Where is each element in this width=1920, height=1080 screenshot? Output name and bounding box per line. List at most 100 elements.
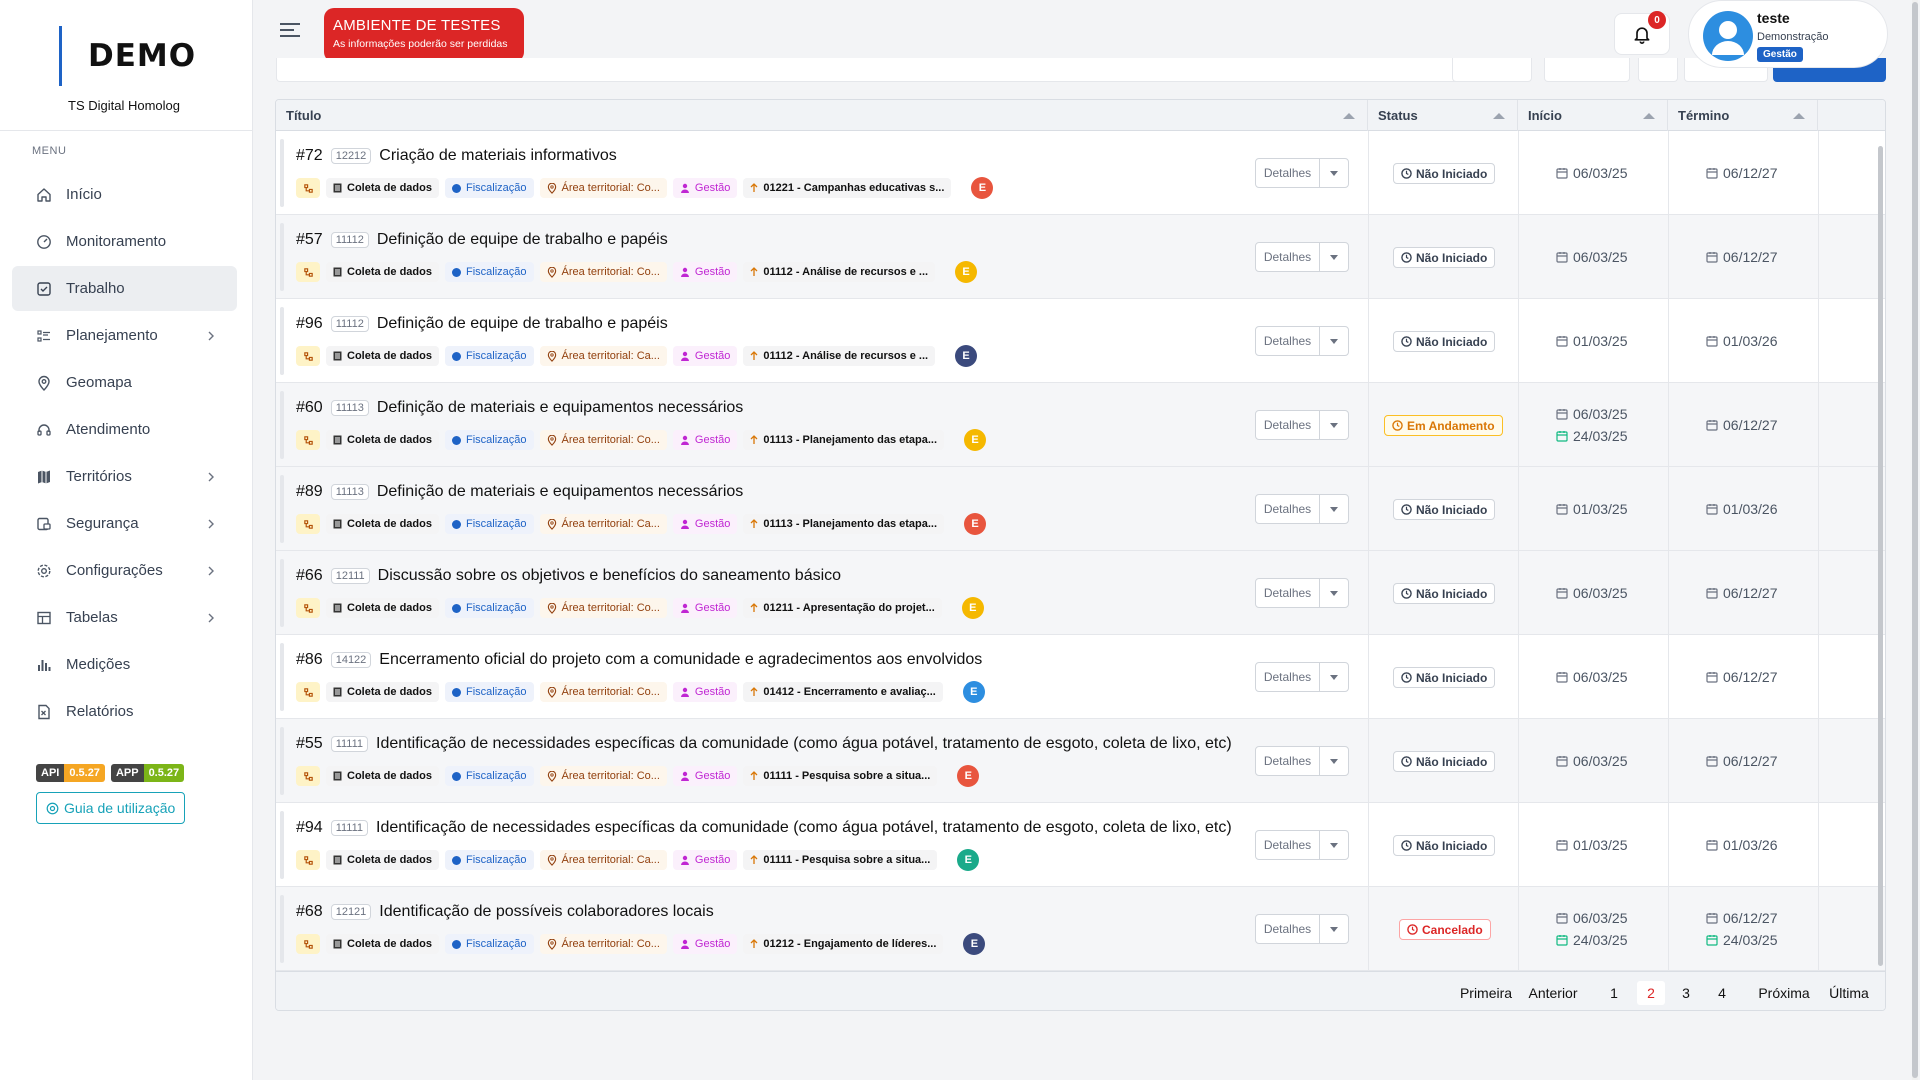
page-prev-button[interactable]: Anterior — [1522, 981, 1584, 1005]
assignee-avatar[interactable]: E — [961, 597, 984, 619]
page-first-button[interactable]: Primeira — [1456, 981, 1516, 1005]
toolbar-button-edge[interactable] — [1452, 58, 1532, 82]
column-divider — [1368, 887, 1369, 971]
chevron-down-icon[interactable] — [1320, 915, 1348, 943]
assignee-avatar[interactable]: E — [963, 933, 986, 955]
details-dropdown-button[interactable]: Detalhes — [1255, 494, 1349, 524]
sidebar-item-monitoramento[interactable]: Monitoramento — [12, 219, 237, 264]
task-title[interactable]: Encerramento oficial do projeto com a co… — [379, 651, 982, 669]
chevron-down-icon[interactable] — [1320, 327, 1348, 355]
table-row[interactable]: #72 12212 Criação de materiais informativo… — [276, 131, 1885, 215]
assignee-avatar[interactable]: E — [957, 849, 980, 871]
details-dropdown-button[interactable]: Detalhes — [1255, 326, 1349, 356]
assignee-avatar[interactable]: E — [964, 429, 987, 451]
sidebar-item-seguranca[interactable]: Segurança — [12, 501, 237, 546]
chevron-down-icon[interactable] — [1320, 411, 1348, 439]
column-header-end[interactable]: Término — [1668, 100, 1818, 131]
details-dropdown-button[interactable]: Detalhes — [1255, 242, 1349, 272]
table-row[interactable]: #57 11112 Definição de equipe de trabalho … — [276, 215, 1885, 299]
assignee-avatar[interactable]: E — [971, 177, 994, 199]
table-row[interactable]: #94 11111 Identificação de necessidades es… — [276, 803, 1885, 887]
sidebar-item-territorios[interactable]: Territórios — [12, 454, 237, 499]
column-header-start[interactable]: Início — [1518, 100, 1668, 131]
chevron-down-icon[interactable] — [1320, 579, 1348, 607]
sidebar-item-geomapa[interactable]: Geomapa — [12, 360, 237, 405]
chevron-down-icon[interactable] — [1320, 243, 1348, 271]
row-drag-handle[interactable] — [280, 307, 284, 375]
row-drag-handle[interactable] — [280, 223, 284, 291]
sidebar-item-relatorios[interactable]: Relatórios — [12, 689, 237, 734]
row-drag-handle[interactable] — [280, 475, 284, 543]
logo[interactable]: DEMO — [88, 38, 196, 74]
chevron-down-icon[interactable] — [1320, 831, 1348, 859]
page-button-4[interactable]: 4 — [1710, 981, 1734, 1005]
tag-area-label: Área territorial: Co... — [561, 770, 660, 782]
assignee-avatar[interactable]: E — [964, 513, 987, 535]
row-drag-handle[interactable] — [280, 139, 284, 207]
table-row[interactable]: #96 11112 Definição de equipe de trabalho … — [276, 299, 1885, 383]
assignee-avatar[interactable]: E — [957, 765, 980, 787]
details-dropdown-button[interactable]: Detalhes — [1255, 662, 1349, 692]
table-row[interactable]: #86 14122 Encerramento oficial do projeto … — [276, 635, 1885, 719]
row-drag-handle[interactable] — [280, 643, 284, 711]
sidebar-item-inicio[interactable]: Início — [12, 172, 237, 217]
details-dropdown-button[interactable]: Detalhes — [1255, 830, 1349, 860]
chevron-down-icon[interactable] — [1320, 747, 1348, 775]
page-last-button[interactable]: Última — [1822, 981, 1876, 1005]
task-title[interactable]: Discussão sobre os objetivos e benefício… — [378, 567, 841, 585]
page-next-button[interactable]: Próxima — [1752, 981, 1816, 1005]
page-scrollbar[interactable] — [1912, 0, 1918, 1080]
column-divider — [1668, 131, 1669, 215]
column-header-title[interactable]: Título — [276, 100, 1368, 131]
sidebar-item-trabalho[interactable]: Trabalho — [12, 266, 237, 311]
menu-toggle-icon[interactable] — [280, 23, 300, 37]
task-title[interactable]: Identificação de possíveis colaboradores… — [379, 903, 713, 921]
sidebar-item-tabelas[interactable]: Tabelas — [12, 595, 237, 640]
sidebar-item-configuracoes[interactable]: Configurações — [12, 548, 237, 593]
task-title[interactable]: Definição de materiais e equipamentos ne… — [377, 399, 743, 417]
details-dropdown-button[interactable]: Detalhes — [1255, 914, 1349, 944]
usage-guide-button[interactable]: Guia de utilização — [36, 792, 186, 824]
chevron-down-icon[interactable] — [1320, 495, 1348, 523]
user-menu[interactable]: teste Demonstração Gestão — [1688, 0, 1888, 68]
assignee-avatar[interactable]: E — [962, 681, 985, 703]
assignee-avatar[interactable]: E — [955, 345, 978, 367]
table-scrollbar[interactable] — [1878, 146, 1883, 966]
toolbar-button-edge[interactable] — [1544, 58, 1630, 82]
details-dropdown-button[interactable]: Detalhes — [1255, 578, 1349, 608]
sidebar-item-planejamento[interactable]: Planejamento — [12, 313, 237, 358]
details-dropdown-button[interactable]: Detalhes — [1255, 746, 1349, 776]
table-row[interactable]: #89 11113 Definição de materiais e equipam… — [276, 467, 1885, 551]
assignee-avatar[interactable]: E — [955, 261, 978, 283]
row-drag-handle[interactable] — [280, 559, 284, 627]
details-dropdown-button[interactable]: Detalhes — [1255, 158, 1349, 188]
page-button-2-current[interactable]: 2 — [1637, 981, 1665, 1005]
filter-input-edge[interactable] — [276, 58, 1460, 82]
row-drag-handle[interactable] — [280, 895, 284, 963]
sidebar-item-atendimento[interactable]: Atendimento — [12, 407, 237, 452]
column-header-status[interactable]: Status — [1368, 100, 1518, 131]
sidebar-item-medicoes[interactable]: Medições — [12, 642, 237, 687]
task-title[interactable]: Definição de equipe de trabalho e papéis — [377, 315, 668, 333]
chevron-down-icon[interactable] — [1320, 663, 1348, 691]
page-button-1[interactable]: 1 — [1602, 981, 1626, 1005]
task-title[interactable]: Definição de materiais e equipamentos ne… — [377, 483, 743, 501]
task-title[interactable]: Definição de equipe de trabalho e papéis — [377, 231, 668, 249]
task-title[interactable]: Identificação de necessidades específica… — [376, 819, 1232, 837]
table-row[interactable]: #60 11113 Definição de materiais e equipam… — [276, 383, 1885, 467]
table-row[interactable]: #68 12121 Identificação de possíveis colab… — [276, 887, 1885, 971]
end-date: 06/12/27 — [1706, 165, 1778, 181]
page-button-3[interactable]: 3 — [1674, 981, 1698, 1005]
details-dropdown-button[interactable]: Detalhes — [1255, 410, 1349, 440]
task-title[interactable]: Criação de materiais informativos — [379, 147, 616, 165]
row-drag-handle[interactable] — [280, 391, 284, 459]
table-row[interactable]: #66 12111 Discussão sobre os objetivos e b… — [276, 551, 1885, 635]
user-icon — [680, 939, 690, 949]
task-title[interactable]: Identificação de necessidades específica… — [376, 735, 1232, 753]
tag-fiscalizacao-label: Fiscalização — [465, 770, 527, 782]
row-drag-handle[interactable] — [280, 727, 284, 795]
row-drag-handle[interactable] — [280, 811, 284, 879]
chevron-down-icon[interactable] — [1320, 159, 1348, 187]
toolbar-button-edge[interactable] — [1638, 58, 1678, 82]
table-row[interactable]: #55 11111 Identificação de necessidades es… — [276, 719, 1885, 803]
